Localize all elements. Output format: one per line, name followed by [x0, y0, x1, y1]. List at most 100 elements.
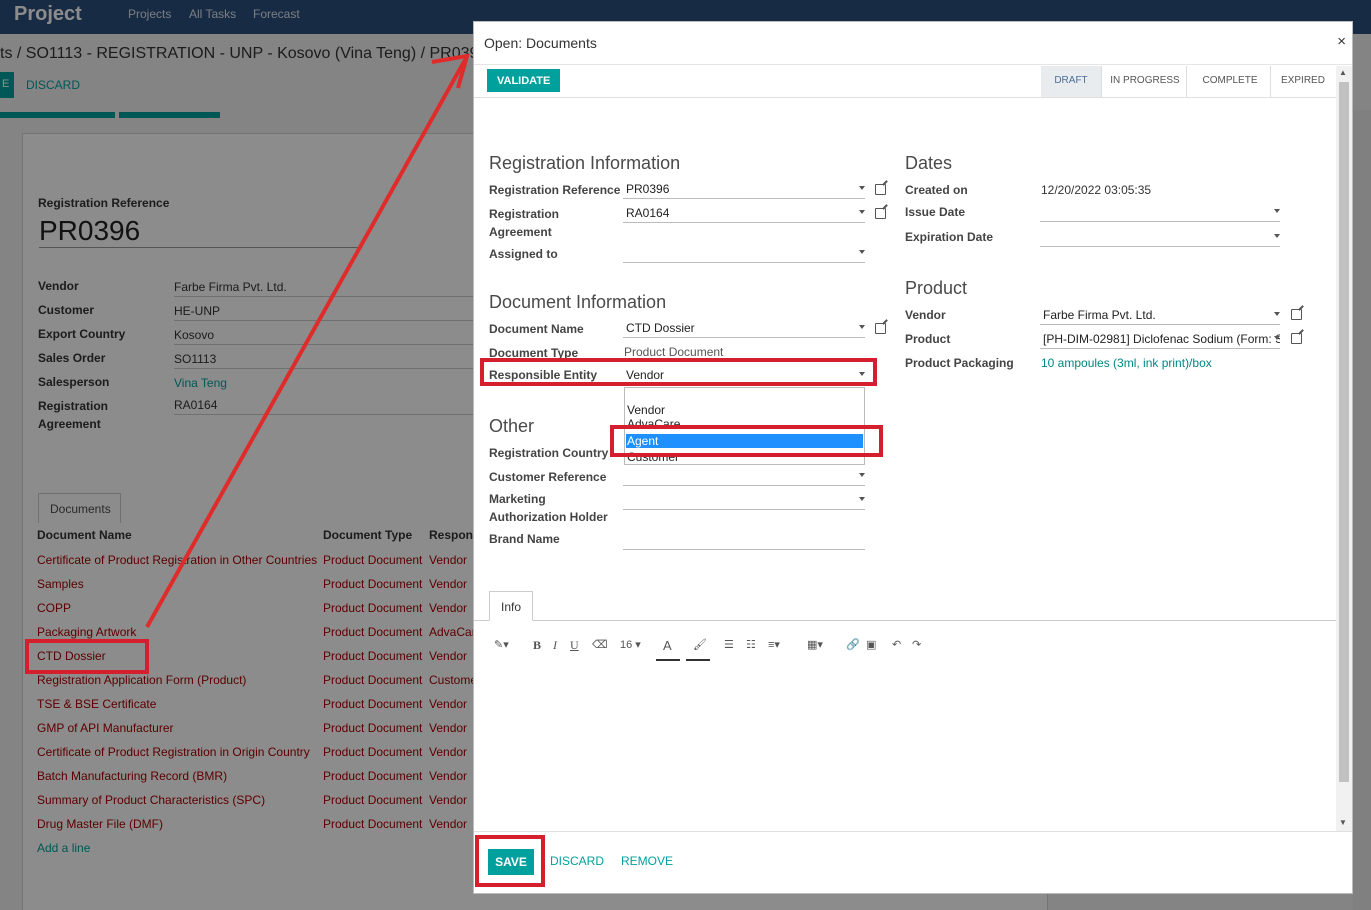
validate-button[interactable]: VALIDATE — [487, 69, 561, 92]
brand-name-field[interactable] — [623, 530, 865, 550]
label-assigned-to: Assigned to — [489, 247, 558, 261]
vendor-field[interactable]: Farbe Firma Pvt. Ltd. — [1040, 305, 1280, 325]
chevron-down-icon[interactable] — [859, 473, 865, 477]
stage-draft[interactable]: DRAFT — [1041, 66, 1101, 97]
chevron-down-icon[interactable] — [859, 497, 865, 501]
italic-icon[interactable]: I — [553, 638, 557, 653]
group-registration-info: Registration Information — [489, 153, 681, 173]
align-icon[interactable]: ≡▾ — [768, 638, 780, 651]
scrollbar-thumb[interactable] — [1339, 82, 1349, 782]
label-responsible-entity: Responsible Entity — [489, 368, 598, 382]
magic-wand-icon[interactable]: ✎▾ — [494, 638, 509, 651]
label-expiration-date: Expiration Date — [905, 230, 994, 244]
link-icon[interactable]: 🔗 — [846, 638, 860, 651]
product-packaging-link[interactable]: 10 ampoules (3ml, ink print)/box — [1041, 356, 1212, 370]
numbered-list-icon[interactable]: ☷ — [746, 638, 756, 651]
font-size-select[interactable]: 16 ▾ — [620, 638, 641, 651]
label-created-on: Created on — [905, 183, 968, 197]
external-link-icon[interactable] — [875, 323, 886, 334]
group-document-info: Document Information — [489, 292, 667, 312]
chevron-down-icon[interactable] — [1274, 234, 1280, 238]
expiration-date-field[interactable] — [1040, 227, 1280, 247]
label-product-packaging: Product Packaging — [905, 356, 1014, 370]
dropdown-option[interactable]: Vendor — [626, 403, 863, 417]
dialog-scrollbar[interactable]: ▲ ▼ — [1336, 66, 1352, 831]
registration-reference-field[interactable]: PR0396 — [623, 179, 865, 199]
label-product: Product — [905, 332, 951, 346]
text-color-icon[interactable]: A — [663, 638, 672, 653]
external-link-icon[interactable] — [1291, 333, 1302, 344]
registration-reference-value: PR0396 — [626, 182, 670, 196]
status-bar: VALIDATE DRAFT IN PROGRESS COMPLETE EXPI… — [474, 66, 1336, 98]
document-name-field[interactable]: CTD Dossier — [623, 318, 865, 338]
label-document-type: Document Type — [489, 346, 579, 360]
product-value: [PH-DIM-02981] Diclofenac Sodium (Form: … — [1043, 332, 1280, 346]
label-vendor: Vendor — [905, 308, 946, 322]
dialog-footer: SAVE DISCARD REMOVE — [474, 831, 1352, 894]
customer-reference-field[interactable] — [623, 466, 865, 486]
chevron-down-icon[interactable] — [859, 372, 865, 376]
stage-in-progress[interactable]: IN PROGRESS — [1104, 66, 1186, 97]
font-size-value: 16 — [620, 639, 633, 651]
save-button[interactable]: SAVE — [488, 849, 534, 875]
stage-divider — [1101, 66, 1102, 97]
highlight-brush-icon[interactable]: 🖌 — [693, 638, 707, 651]
document-type-value: Product Document — [624, 345, 724, 359]
chevron-down-icon[interactable] — [859, 250, 865, 254]
registration-agreement-field[interactable]: RA0164 — [623, 203, 865, 223]
eraser-icon[interactable]: ⌫ — [592, 638, 608, 651]
chevron-down-icon[interactable] — [859, 210, 865, 214]
dropdown-option-selected[interactable]: Agent — [626, 434, 863, 448]
dropdown-option[interactable]: Customer — [626, 450, 863, 462]
label-brand-name: Brand Name — [489, 532, 560, 546]
close-icon[interactable]: × — [1337, 33, 1346, 50]
stage-divider — [1270, 66, 1271, 97]
redo-icon[interactable]: ↷ — [912, 638, 921, 651]
label-document-name: Document Name — [489, 322, 584, 336]
label-registration-reference: Registration Reference — [489, 183, 621, 197]
responsible-entity-dropdown[interactable]: Vendor AdvaCare Agent Customer — [624, 387, 865, 465]
document-name-value: CTD Dossier — [626, 321, 695, 335]
dialog-title: Open: Documents — [484, 35, 597, 51]
group-product: Product — [905, 278, 968, 298]
underline-icon[interactable]: U — [570, 638, 579, 653]
issue-date-field[interactable] — [1040, 202, 1280, 222]
vendor-value: Farbe Firma Pvt. Ltd. — [1043, 308, 1156, 322]
registration-agreement-value: RA0164 — [626, 206, 670, 220]
stage-divider — [1186, 66, 1187, 97]
undo-icon[interactable]: ↶ — [892, 638, 901, 651]
label-registration-country: Registration Country — [489, 446, 609, 460]
label-issue-date: Issue Date — [905, 205, 966, 219]
external-link-icon[interactable] — [875, 184, 886, 195]
responsible-entity-select[interactable]: Vendor — [623, 365, 865, 385]
dialog-header: Open: Documents × — [474, 22, 1352, 65]
marketing-authorization-holder-field[interactable] — [623, 490, 865, 510]
bullet-list-icon[interactable]: ☰ — [724, 638, 734, 651]
product-field[interactable]: [PH-DIM-02981] Diclofenac Sodium (Form: … — [1040, 329, 1280, 349]
external-link-icon[interactable] — [1291, 309, 1302, 320]
tab-info[interactable]: Info — [489, 591, 533, 621]
group-other: Other — [489, 416, 535, 436]
stage-complete[interactable]: COMPLETE — [1190, 66, 1270, 97]
chevron-down-icon[interactable] — [1274, 209, 1280, 213]
text-color-bar — [656, 659, 680, 661]
dropdown-option[interactable]: AdvaCare — [626, 417, 863, 425]
assigned-to-field[interactable] — [623, 243, 865, 263]
external-link-icon[interactable] — [875, 208, 886, 219]
scroll-up-icon[interactable]: ▲ — [1339, 68, 1347, 77]
chevron-down-icon[interactable] — [859, 186, 865, 190]
remove-button[interactable]: REMOVE — [621, 854, 673, 868]
discard-button[interactable]: DISCARD — [550, 854, 604, 868]
chevron-down-icon[interactable] — [859, 325, 865, 329]
image-icon[interactable]: ▣ — [866, 638, 876, 651]
notebook-divider — [474, 620, 1336, 621]
chevron-down-icon[interactable] — [1274, 312, 1280, 316]
table-icon[interactable]: ▦▾ — [807, 638, 823, 651]
group-dates: Dates — [905, 153, 953, 173]
bold-icon[interactable]: B — [533, 638, 541, 653]
created-on-value: 12/20/2022 03:05:35 — [1041, 183, 1152, 197]
chevron-down-icon[interactable] — [1274, 336, 1280, 340]
stage-expired[interactable]: EXPIRED — [1274, 66, 1332, 97]
scroll-down-icon[interactable]: ▼ — [1339, 818, 1347, 827]
label-registration-agreement: Registration Agreement — [489, 207, 560, 239]
